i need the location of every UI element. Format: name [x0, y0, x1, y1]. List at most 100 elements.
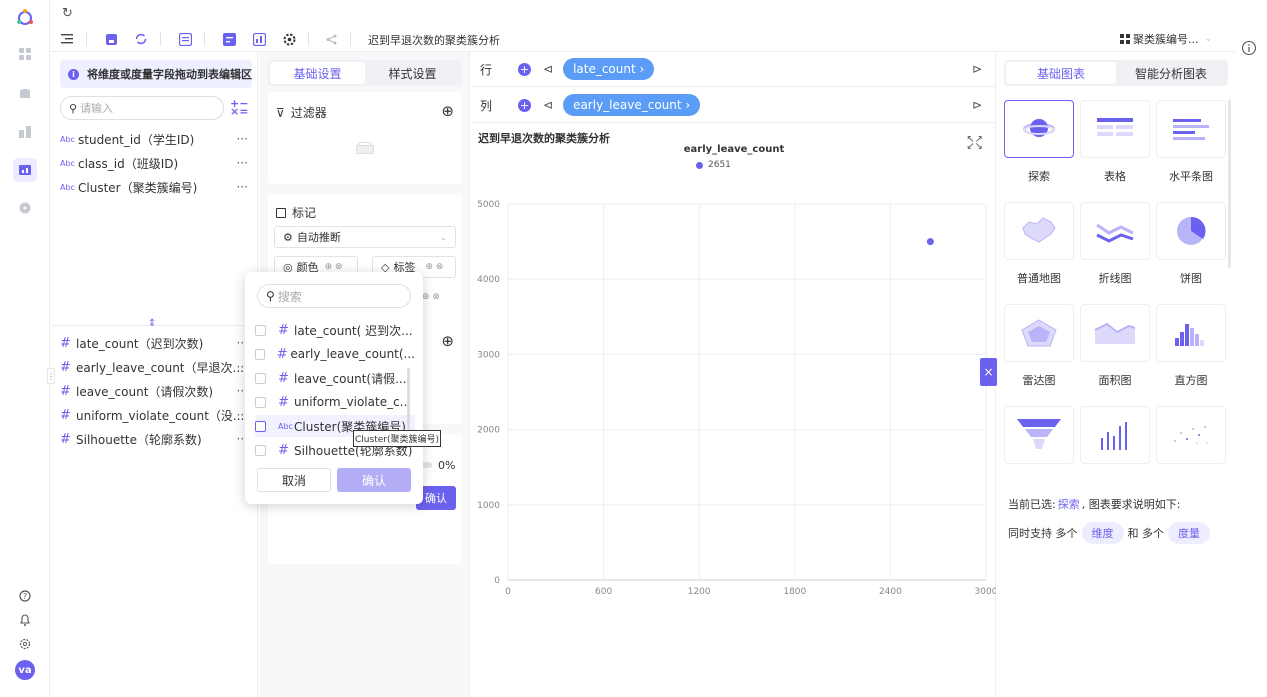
- avatar[interactable]: va: [15, 660, 35, 680]
- chart-type-tile[interactable]: [1080, 202, 1150, 260]
- measure-label: early_leave_count（早退次...: [76, 360, 244, 375]
- measure-item[interactable]: # early_leave_count（早退次... ···: [60, 356, 252, 378]
- chart-type-tile[interactable]: [1080, 406, 1150, 464]
- chart-type-tile[interactable]: [1156, 202, 1226, 260]
- add-mark-icon[interactable]: ⊕: [441, 332, 454, 350]
- funnel-icon: [1017, 419, 1061, 451]
- legend-item[interactable]: 2651: [696, 160, 731, 170]
- grid-icon[interactable]: [13, 42, 37, 66]
- checkbox[interactable]: [255, 324, 266, 336]
- checkbox[interactable]: [255, 372, 266, 384]
- field-select[interactable]: 聚类簇编号... ⌄: [1120, 31, 1212, 47]
- x-tick-label: 2400: [879, 587, 902, 597]
- tab-smart-charts[interactable]: 智能分析图表: [1116, 62, 1226, 84]
- tab-style-settings[interactable]: 样式设置: [365, 62, 460, 84]
- dashboard-icon[interactable]: [13, 120, 37, 144]
- scatter-point[interactable]: [926, 238, 934, 246]
- hbar-icon: [1173, 118, 1209, 140]
- size-settings-icon[interactable]: ⊕ ⊗: [422, 292, 440, 302]
- sort-fields-icon[interactable]: +− ×=: [230, 98, 248, 117]
- chart-type-tile[interactable]: [1004, 406, 1074, 464]
- histogram-icon: [1173, 320, 1209, 346]
- add-filter-icon[interactable]: ⊕: [441, 102, 454, 120]
- help-icon[interactable]: ?: [13, 584, 37, 608]
- more-icon[interactable]: ···: [237, 132, 248, 146]
- dimension-label: student_id（学生ID): [78, 132, 195, 147]
- save-icon[interactable]: [102, 30, 120, 48]
- field-search-input[interactable]: ⚲ 请输入: [60, 96, 224, 120]
- scrollbar[interactable]: [1228, 100, 1231, 268]
- dimension-item[interactable]: Abc student_id（学生ID) ···: [60, 128, 252, 150]
- tab-basic-charts[interactable]: 基础图表: [1006, 62, 1116, 84]
- row-pill[interactable]: late_count ›: [563, 58, 655, 80]
- column-back-icon[interactable]: ⊲: [543, 98, 553, 112]
- app-logo[interactable]: [15, 8, 35, 28]
- info-icon[interactable]: [1241, 40, 1257, 56]
- sync-icon[interactable]: [132, 30, 150, 48]
- collapse-icon[interactable]: [58, 30, 76, 48]
- chart-type-tile[interactable]: [1004, 100, 1074, 158]
- measure-label: Silhouette（轮廓系数): [76, 432, 202, 447]
- more-icon[interactable]: ···: [237, 180, 248, 194]
- more-icon[interactable]: ···: [237, 156, 248, 170]
- checkbox[interactable]: [255, 396, 266, 408]
- tag-settings-icon[interactable]: ⊕ ⊗: [425, 262, 443, 272]
- planet-icon: [1022, 116, 1056, 142]
- row-next-icon[interactable]: ⊳: [972, 62, 982, 76]
- measure-item[interactable]: # Silhouette（轮廓系数) ···: [60, 428, 252, 450]
- chart-type-tile[interactable]: [1080, 100, 1150, 158]
- popup-field-item[interactable]: # leave_count(请假...: [255, 367, 415, 389]
- mark-type-select[interactable]: ⚙ 自动推断 ⌄: [274, 226, 456, 248]
- checkbox[interactable]: [255, 420, 266, 432]
- x-tick-label: 3000: [975, 587, 996, 597]
- chart-panel: 行 + ⊲ late_count › ⊳ 列 + ⊲ early_leave_c…: [472, 52, 996, 697]
- popup-search-input[interactable]: ⚲ 搜索: [257, 284, 411, 308]
- measure-tag: 度量: [1168, 522, 1210, 544]
- tab-basic-settings[interactable]: 基础设置: [270, 62, 365, 84]
- number-type-icon: #: [60, 407, 71, 423]
- svg-text:?: ?: [23, 592, 27, 601]
- add-row-icon[interactable]: +: [518, 62, 531, 76]
- share-icon[interactable]: [322, 30, 340, 48]
- refresh-icon[interactable]: ↻: [62, 6, 73, 21]
- popup-field-item[interactable]: # early_leave_count(...: [255, 343, 415, 365]
- table-view-icon[interactable]: [176, 30, 194, 48]
- checkbox[interactable]: [255, 348, 265, 360]
- chart-type-tile[interactable]: [1004, 304, 1074, 362]
- scatter-plot[interactable]: 0 1000 2000 3000 4000 5000 0 600 1200 1800 2400 300…: [472, 192, 996, 692]
- database-icon[interactable]: [13, 82, 37, 106]
- column-next-icon[interactable]: ⊳: [972, 98, 982, 112]
- data-panel-icon[interactable]: [220, 30, 238, 48]
- resize-handle-icon[interactable]: ⇕: [148, 318, 156, 329]
- measure-item[interactable]: # leave_count（请假次数) ···: [60, 380, 252, 402]
- measure-item[interactable]: # uniform_violate_count（没... ···: [60, 404, 252, 426]
- checkbox[interactable]: [255, 444, 266, 456]
- bell-icon[interactable]: [13, 608, 37, 632]
- chart-type-tile[interactable]: [1004, 202, 1074, 260]
- chart-type-tile[interactable]: [1156, 100, 1226, 158]
- chart-panel-icon[interactable]: [250, 30, 268, 48]
- row-back-icon[interactable]: ⊲: [543, 62, 553, 76]
- chart-type-tile[interactable]: [1156, 304, 1226, 362]
- close-panel-button[interactable]: ×: [980, 358, 997, 386]
- add-column-icon[interactable]: +: [518, 98, 531, 112]
- dimension-item[interactable]: Abc class_id（班级ID) ···: [60, 152, 252, 174]
- chart-folder-icon[interactable]: [13, 158, 37, 182]
- compass-icon[interactable]: [13, 196, 37, 220]
- column-pill[interactable]: early_leave_count ›: [563, 94, 701, 116]
- field-search-placeholder: 请输入: [80, 102, 114, 115]
- popup-field-item[interactable]: # uniform_violate_c...: [255, 391, 415, 413]
- chart-type-tile[interactable]: [1080, 304, 1150, 362]
- chart-type-tile[interactable]: [1156, 406, 1226, 464]
- settings-icon[interactable]: [13, 632, 37, 656]
- popup-field-item[interactable]: # late_count( 迟到次...: [255, 319, 415, 341]
- color-settings-icon[interactable]: ⊕ ⊗: [325, 262, 343, 272]
- collapse-handle-icon[interactable]: ⋮: [47, 368, 55, 384]
- measure-item[interactable]: # late_count（迟到次数) ···: [60, 332, 252, 354]
- dimension-item[interactable]: Abc Cluster（聚类簇编号) ···: [60, 176, 252, 198]
- opacity-slider[interactable]: [422, 462, 432, 468]
- popup-cancel-button[interactable]: 取消: [257, 468, 331, 492]
- drag-hint: i 将维度或度量字段拖动到表编辑区: [60, 60, 252, 88]
- popup-confirm-button[interactable]: 确认: [337, 468, 411, 492]
- gear-icon[interactable]: [280, 30, 298, 48]
